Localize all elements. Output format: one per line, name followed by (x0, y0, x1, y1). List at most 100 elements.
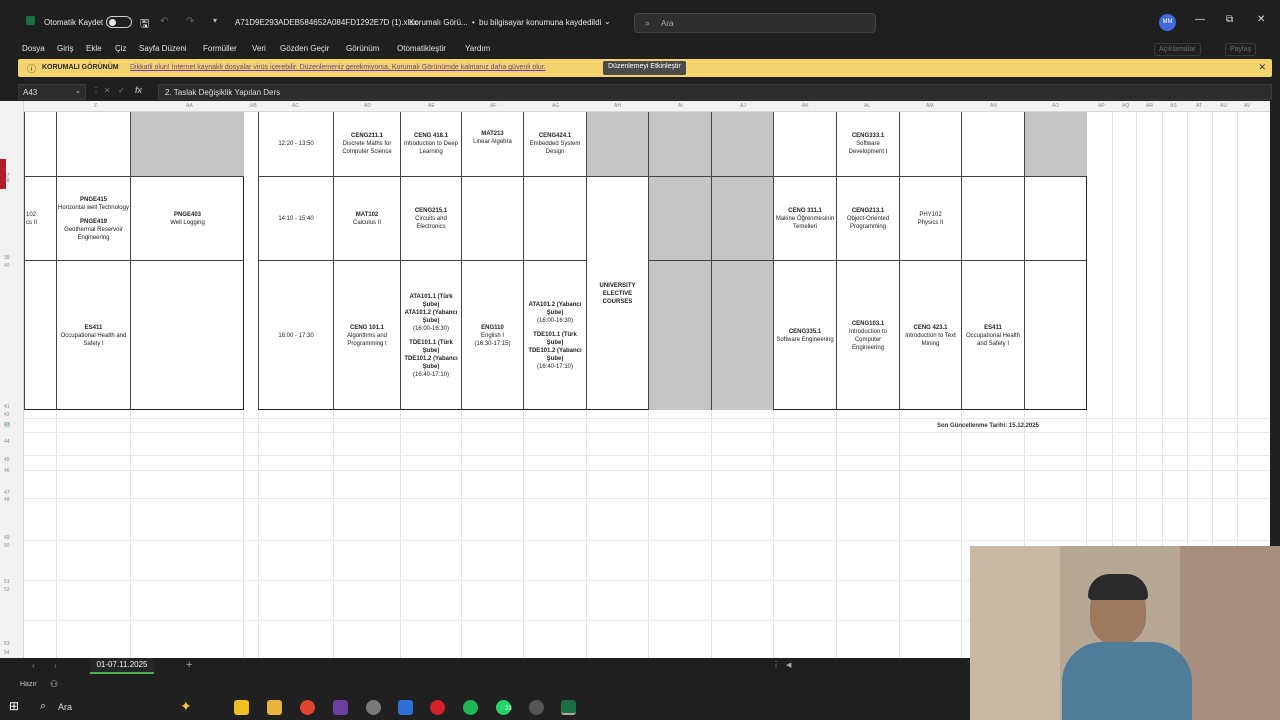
column-header[interactable]: AN (990, 103, 997, 109)
cancel-icon[interactable]: ✕ (104, 86, 111, 95)
undo-icon[interactable]: ↶ (160, 16, 168, 27)
schedule-cell[interactable] (1024, 176, 1087, 260)
column-header[interactable]: AR (1146, 103, 1153, 109)
row-header[interactable]: 44 (4, 439, 10, 445)
formula-input[interactable]: 2. Taslak Değişiklik Yapılan Ders (158, 84, 1272, 100)
copilot-sparkle-icon[interactable]: ✦ (180, 698, 192, 715)
file-explorer-icon[interactable] (267, 700, 282, 715)
schedule-cell[interactable] (130, 260, 244, 410)
schedule-cell-empty[interactable] (648, 260, 711, 410)
schedule-cell[interactable] (523, 176, 586, 260)
column-header[interactable]: AH (614, 103, 621, 109)
app-icon[interactable] (529, 700, 544, 715)
column-header[interactable]: AG (552, 103, 559, 109)
schedule-cell[interactable]: CENG424.1 Embedded System Design (523, 112, 586, 176)
menu-gozden-gecir[interactable]: Gözden Geçir (280, 44, 329, 53)
time-cell[interactable]: 14:10 - 15:40 (258, 176, 333, 260)
schedule-cell[interactable]: ATA101.1 (Türk Şube) ATA101.2 (Yabancı Ş… (400, 260, 461, 410)
accessibility-icon[interactable]: ⚇ (50, 679, 58, 690)
row-header[interactable]: 50 (4, 543, 10, 549)
column-header[interactable]: AF (490, 103, 496, 109)
chevron-down-icon[interactable]: ⌄ (604, 17, 611, 26)
more-icon[interactable]: ⋮ (92, 86, 100, 95)
menu-dosya[interactable]: Dosya (22, 44, 45, 53)
schedule-cell[interactable] (961, 176, 1024, 260)
autosave-toggle[interactable] (106, 16, 132, 28)
schedule-cell[interactable]: CENG 311.1 Makine Öğrenmesinin Temelleri (773, 176, 836, 260)
time-cell[interactable]: 16:00 - 17:30 (258, 260, 333, 410)
schedule-cell[interactable]: MAT213 Linear Algebra (461, 112, 523, 176)
schedule-cell[interactable]: ENG110 English I (16:30-17:15) (461, 260, 523, 410)
schedule-cell[interactable] (461, 176, 523, 260)
add-sheet-icon[interactable]: + (186, 659, 192, 671)
schedule-cell[interactable]: CENG213.1 Object-Oriented Programming (836, 176, 899, 260)
minimize-icon[interactable]: — (1195, 14, 1205, 25)
spotify-icon[interactable] (463, 700, 478, 715)
schedule-cell-empty[interactable] (711, 260, 773, 410)
restore-icon[interactable]: ⧉ (1226, 14, 1233, 25)
search-icon[interactable]: ⌕ (40, 700, 46, 713)
function-icon[interactable]: fx (135, 85, 142, 95)
sheet-tab-active[interactable]: 01-07.11.2025 (90, 658, 154, 674)
schedule-cell[interactable] (56, 112, 130, 176)
schedule-cell[interactable]: PHY102 Physics II (899, 176, 961, 260)
schedule-cell-empty[interactable] (711, 176, 773, 260)
schedule-cell-empty[interactable] (711, 112, 773, 176)
column-header[interactable]: AS (1170, 103, 1177, 109)
schedule-cell[interactable]: CENG103.1 Introduction to Computer Engine… (836, 260, 899, 410)
chevron-left-icon[interactable]: ‹ (32, 661, 35, 670)
time-cell[interactable]: 12:20 - 13:50 (258, 112, 333, 176)
share-button[interactable]: Paylaş (1225, 43, 1257, 56)
search-box[interactable]: ⌕ Ara (634, 13, 876, 33)
menu-veri[interactable]: Veri (252, 44, 266, 53)
schedule-cell[interactable]: CENG215.1 Circuits and Electronics (400, 176, 461, 260)
column-header[interactable]: AU (1220, 103, 1227, 109)
row-header-selected[interactable]: 43 (4, 422, 10, 428)
row-header[interactable]: 51 (4, 579, 10, 585)
menu-yardim[interactable]: Yardım (465, 44, 490, 53)
schedule-cell[interactable] (24, 112, 56, 176)
taskbar-search-label[interactable]: Ara (58, 702, 72, 712)
row-header[interactable]: 54 (4, 650, 10, 656)
schedule-cell[interactable]: CENG 423.1 Introduction to Text Mining (899, 260, 961, 410)
protected-view-message[interactable]: Dikkatli olun! İnternet kaynaklı dosyala… (130, 64, 546, 71)
row-header[interactable]: 46 (4, 468, 10, 474)
whatsapp-icon[interactable]: 23 (496, 700, 512, 715)
menu-sayfa-duzeni[interactable]: Sayfa Düzeni (139, 44, 187, 53)
menu-ciz[interactable]: Çiz (115, 44, 127, 53)
column-header[interactable]: AC (292, 103, 299, 109)
schedule-cell[interactable] (773, 112, 836, 176)
redo-icon[interactable]: ↷ (186, 16, 194, 27)
schedule-cell[interactable]: PNGE403 Well Logging (130, 176, 244, 260)
column-header[interactable]: AQ (1122, 103, 1129, 109)
schedule-cell[interactable]: ES411 Occupational Health and Safety I (56, 260, 130, 410)
schedule-cell[interactable]: 102 cs II (24, 176, 56, 260)
row-header[interactable]: 49 (4, 535, 10, 541)
schedule-cell-empty[interactable] (130, 112, 244, 176)
enter-icon[interactable]: ✓ (118, 86, 125, 95)
schedule-cell[interactable]: MAT102 Calculus II (333, 176, 400, 260)
schedule-cell-empty[interactable] (648, 112, 711, 176)
scroll-left-icon[interactable]: ◀ (786, 661, 791, 669)
row-header[interactable]: 48 (4, 497, 10, 503)
column-header[interactable]: AD (364, 103, 371, 109)
windows-start-icon[interactable]: ⊞ (9, 699, 19, 713)
schedule-cell[interactable]: PNGE415 Horizontal well Technology PNGE41… (56, 176, 130, 260)
column-header[interactable]: AL (864, 103, 870, 109)
schedule-cell[interactable]: CENG 101.1 Algorithms and Programming I (333, 260, 400, 410)
schedule-cell-empty[interactable] (1024, 112, 1087, 176)
menu-gorunum[interactable]: Görünüm (346, 44, 379, 53)
row-header[interactable]: 53 (4, 641, 10, 647)
schedule-cell[interactable]: CENG335.1 Software Engineering (773, 260, 836, 410)
customize-qat-icon[interactable]: ▾ (213, 16, 217, 25)
university-electives-cell[interactable]: UNIVERSITY ELECTIVE COURSES (586, 176, 648, 410)
row-header[interactable]: 41 (4, 404, 10, 410)
schedule-cell[interactable]: CENG 418.1 Introduction to Deep Learning (400, 112, 461, 176)
menu-formuller[interactable]: Formüller (203, 44, 237, 53)
column-header[interactable]: Z (94, 103, 97, 109)
column-header[interactable]: AE (428, 103, 435, 109)
row-header[interactable]: 45 (4, 457, 10, 463)
opera-icon[interactable] (430, 700, 445, 715)
excel-icon[interactable] (561, 700, 576, 715)
column-header[interactable]: AI (678, 103, 683, 109)
